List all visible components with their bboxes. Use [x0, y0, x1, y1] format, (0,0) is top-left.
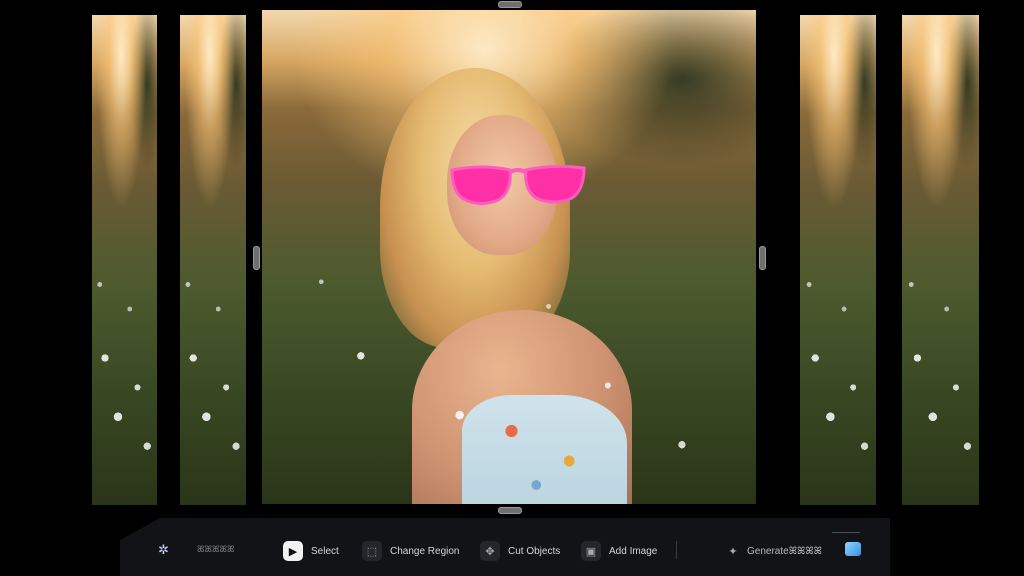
user-avatar[interactable]	[845, 542, 861, 556]
preview-strip-left-1[interactable]	[92, 15, 157, 505]
app-logo-icon[interactable]: ✲	[158, 543, 174, 557]
resize-handle-bottom[interactable]	[498, 507, 522, 514]
cut-objects-button[interactable]: ✥ Cut Objects	[480, 541, 560, 561]
resize-handle-right[interactable]	[759, 246, 766, 270]
change-region-label: Change Region	[390, 545, 460, 557]
preview-strip-left-2[interactable]	[180, 15, 246, 505]
region-select-icon: ⬚	[362, 541, 382, 561]
cut-objects-label: Cut Objects	[508, 545, 561, 557]
generate-button[interactable]: ✦ Generateꕤꕤꕤꕤ	[727, 541, 822, 561]
add-image-label: Add Image	[609, 545, 658, 557]
sparkle-icon: ✦	[728, 545, 738, 558]
move-crosshair-icon: ✥	[480, 541, 500, 561]
main-canvas-image[interactable]	[262, 10, 756, 504]
preview-strip-right-1[interactable]	[800, 15, 876, 505]
toolbar-divider	[676, 541, 677, 559]
image-add-icon: ▣	[581, 541, 601, 561]
subject-dress	[462, 395, 627, 504]
preview-strip-right-2[interactable]	[902, 15, 979, 505]
workspace-label[interactable]: ꕤꕤꕤꕤꕤ	[197, 544, 234, 555]
generate-label: Generateꕤꕤꕤꕤ	[747, 545, 822, 557]
toolbar-corner-accent	[832, 532, 860, 533]
select-tool-button[interactable]: ▶ Select	[283, 541, 339, 561]
resize-handle-left[interactable]	[253, 246, 260, 270]
add-image-button[interactable]: ▣ Add Image	[581, 541, 657, 561]
change-region-button[interactable]: ⬚ Change Region	[362, 541, 460, 561]
resize-handle-top[interactable]	[498, 1, 522, 8]
pointer-icon: ▶	[283, 541, 303, 561]
select-tool-label: Select	[311, 545, 339, 557]
pink-sunglasses	[450, 164, 586, 205]
